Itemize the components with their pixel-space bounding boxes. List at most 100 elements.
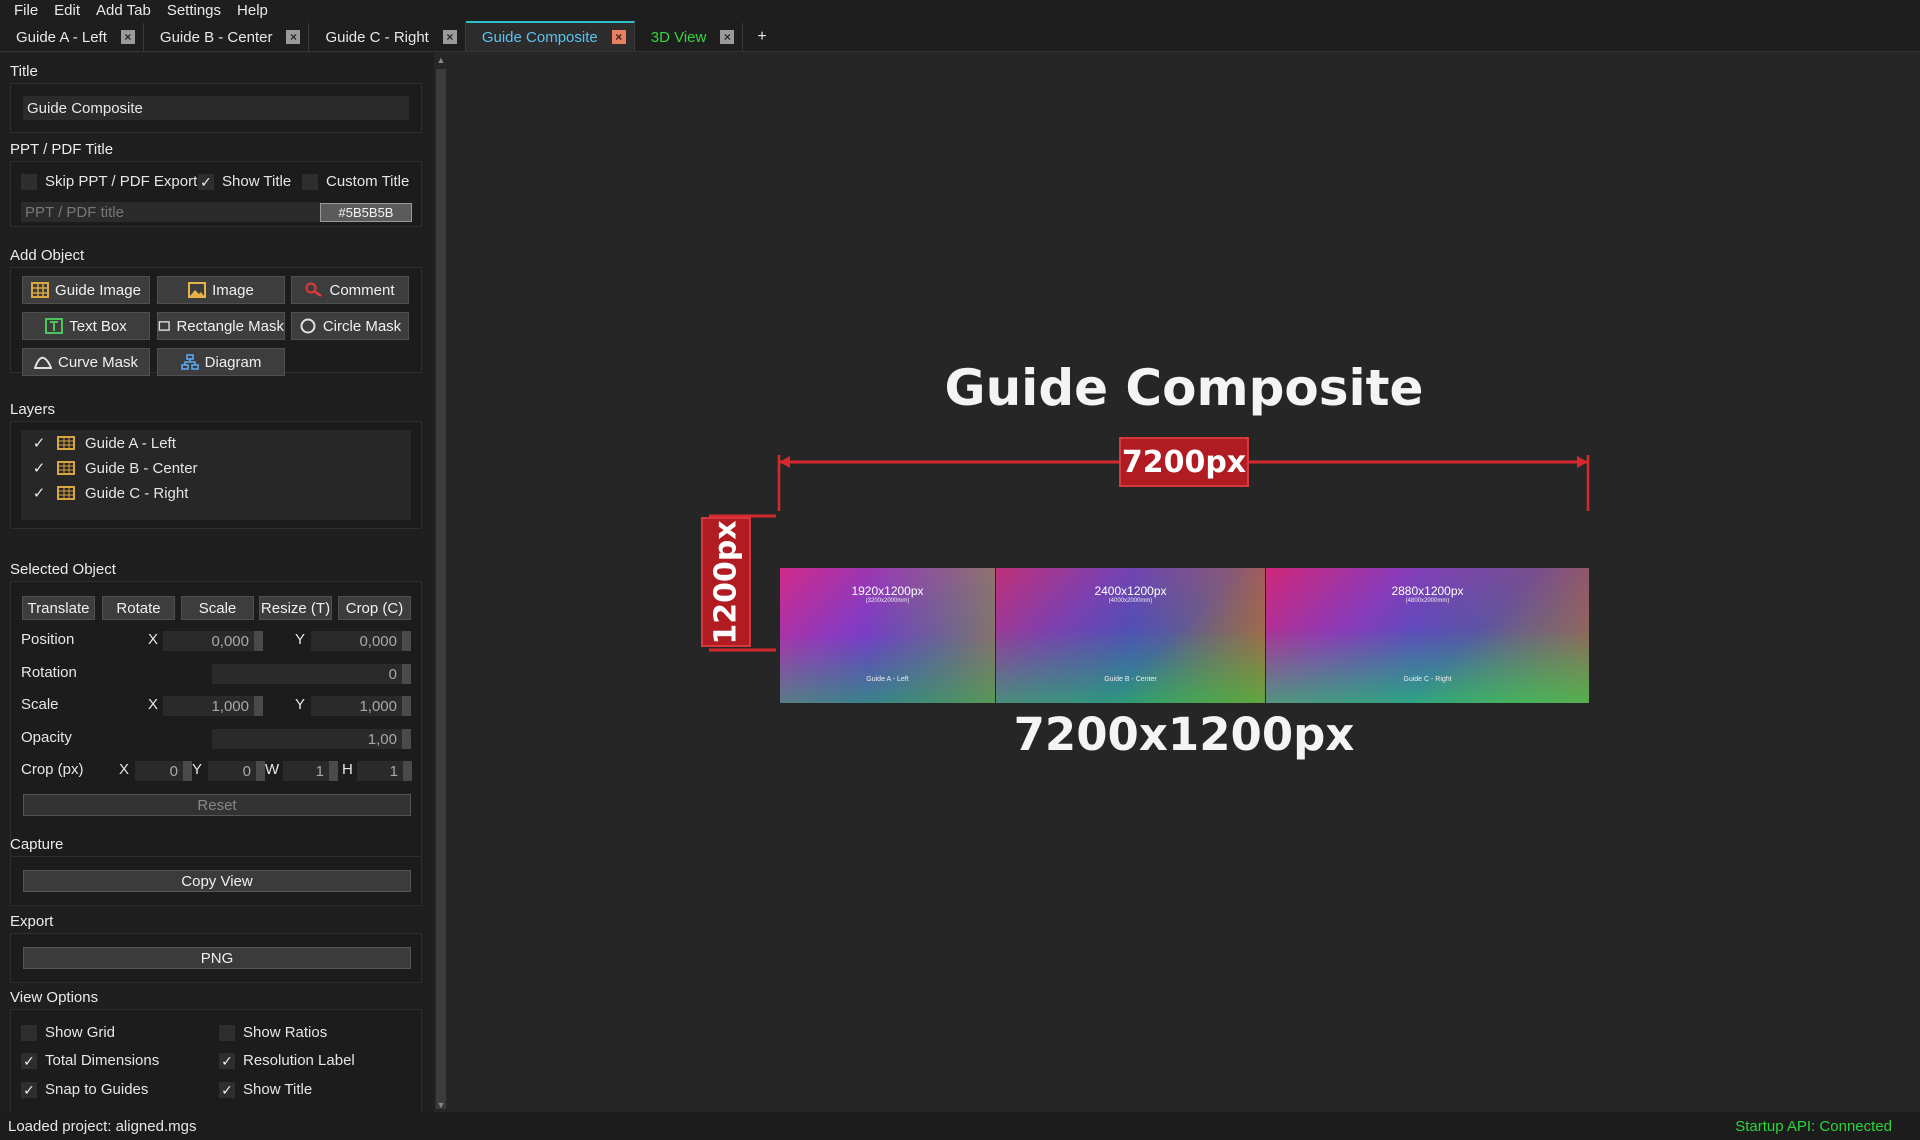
panel-size: (4800x2000mm) — [1405, 598, 1450, 604]
opacity-input[interactable]: 1,00 — [212, 729, 411, 749]
reset-button[interactable]: Reset — [23, 794, 411, 816]
copy-view-button[interactable]: Copy View — [23, 870, 411, 892]
translate-button[interactable]: Translate — [22, 596, 95, 620]
menu-settings[interactable]: Settings — [159, 0, 229, 21]
text-box-icon — [45, 318, 64, 334]
crop-w-value: 1 — [315, 762, 324, 780]
add-rectangle-mask-button[interactable]: Rectangle Mask — [157, 312, 285, 340]
check-icon: ✓ — [21, 1052, 37, 1069]
check-icon[interactable]: ✓ — [29, 484, 49, 502]
layer-label: Guide C - Right — [85, 484, 189, 502]
section-title: View Options — [10, 989, 99, 1006]
crop-x-input[interactable]: 0 — [135, 761, 192, 781]
panel-name: Guide A - Left — [866, 676, 909, 683]
layers-list: ✓ Guide A - Left ✓ Guide B - Center ✓ Gu… — [21, 430, 411, 520]
spinner-arrows[interactable] — [329, 761, 338, 781]
checkbox-label: Total Dimensions — [45, 1052, 160, 1069]
tab-guide-a[interactable]: Guide A - Left × — [0, 23, 144, 51]
crop-y-input[interactable]: 0 — [208, 761, 265, 781]
tab-guide-composite[interactable]: Guide Composite × — [465, 21, 635, 51]
rotation-input[interactable]: 0 — [212, 664, 411, 684]
close-icon[interactable]: × — [120, 30, 135, 44]
tab-guide-b[interactable]: Guide B - Center × — [144, 23, 310, 51]
close-icon[interactable]: × — [720, 30, 735, 44]
snap-to-guides-checkbox[interactable]: ✓ Snap to Guides — [21, 1081, 148, 1098]
opacity-value: 1,00 — [367, 730, 397, 748]
menu-add-tab[interactable]: Add Tab — [88, 0, 159, 21]
add-text-box-button[interactable]: Text Box — [22, 312, 150, 340]
position-label: Position — [21, 631, 75, 648]
custom-title-checkbox[interactable]: Custom Title — [302, 173, 409, 190]
show-title-checkbox[interactable]: ✓ Show Title — [198, 173, 291, 190]
api-status: Startup API: Connected — [1735, 1117, 1892, 1135]
spinner-arrows[interactable] — [403, 761, 412, 781]
add-comment-button[interactable]: Comment — [291, 276, 409, 304]
check-icon[interactable]: ✓ — [29, 459, 49, 477]
add-image-button[interactable]: Image — [157, 276, 285, 304]
add-guide-image-button[interactable]: Guide Image — [22, 276, 150, 304]
add-circle-mask-button[interactable]: Circle Mask — [291, 312, 409, 340]
checkbox-label: Resolution Label — [243, 1052, 355, 1069]
close-icon[interactable]: × — [286, 30, 301, 44]
scale-button[interactable]: Scale — [181, 596, 254, 620]
scroll-down-icon[interactable]: ▼ — [434, 1098, 448, 1112]
panel-name: Guide B - Center — [1104, 676, 1157, 683]
guide-b-panel[interactable]: 2400x1200px (4000x2000mm) Guide B - Cent… — [996, 568, 1265, 703]
title-input[interactable]: Guide Composite — [23, 96, 409, 120]
add-curve-mask-button[interactable]: Curve Mask — [22, 348, 150, 376]
menu-file[interactable]: File — [6, 0, 46, 21]
scroll-up-icon[interactable]: ▲ — [434, 53, 448, 67]
width-dimension-label: 7200px — [1119, 437, 1249, 487]
add-diagram-button[interactable]: Diagram — [157, 348, 285, 376]
position-x-input[interactable]: 0,000 — [163, 631, 263, 651]
show-grid-checkbox[interactable]: Show Grid — [21, 1024, 115, 1041]
spinner-arrows[interactable] — [256, 761, 265, 781]
layer-item[interactable]: ✓ Guide A - Left — [29, 434, 176, 453]
scrollbar-thumb[interactable] — [436, 69, 446, 1109]
rotate-button[interactable]: Rotate — [102, 596, 175, 620]
spinner-arrows[interactable] — [402, 729, 411, 749]
crop-h-value: 1 — [389, 762, 398, 780]
resolution-label-checkbox[interactable]: ✓ Resolution Label — [219, 1052, 355, 1069]
guide-c-panel[interactable]: 2880x1200px (4800x2000mm) Guide C - Righ… — [1266, 568, 1589, 703]
png-export-button[interactable]: PNG — [23, 947, 411, 969]
resize-button[interactable]: Resize (T) — [259, 596, 332, 620]
position-y-value: 0,000 — [359, 632, 397, 650]
axis-h-label: H — [342, 761, 353, 778]
spinner-arrows[interactable] — [254, 696, 263, 716]
show-title-view-checkbox[interactable]: ✓ Show Title — [219, 1081, 312, 1098]
crop-h-input[interactable]: 1 — [357, 761, 412, 781]
layer-item[interactable]: ✓ Guide B - Center — [29, 459, 198, 478]
scale-y-input[interactable]: 1,000 — [311, 696, 411, 716]
spinner-arrows[interactable] — [402, 631, 411, 651]
crop-w-input[interactable]: 1 — [283, 761, 338, 781]
checkbox-box — [21, 1024, 37, 1041]
menu-help[interactable]: Help — [229, 0, 276, 21]
spinner-arrows[interactable] — [254, 631, 263, 651]
tab-3d-view[interactable]: 3D View × — [635, 23, 744, 51]
check-icon[interactable]: ✓ — [29, 434, 49, 452]
checkbox-label: Show Ratios — [243, 1024, 328, 1041]
menu-edit[interactable]: Edit — [46, 0, 88, 21]
add-tab-button[interactable]: + — [743, 23, 780, 51]
spinner-arrows[interactable] — [183, 761, 192, 781]
scale-x-input[interactable]: 1,000 — [163, 696, 263, 716]
tab-guide-c[interactable]: Guide C - Right × — [309, 23, 466, 51]
layers-group: ✓ Guide A - Left ✓ Guide B - Center ✓ Gu… — [10, 421, 422, 529]
guide-a-panel[interactable]: 1920x1200px (3200x2000mm) Guide A - Left — [780, 568, 995, 703]
crop-button[interactable]: Crop (C) — [338, 596, 411, 620]
sidebar-scrollbar[interactable]: ▲ ▼ — [434, 53, 448, 1112]
show-ratios-checkbox[interactable]: Show Ratios — [219, 1024, 327, 1041]
scale-label: Scale — [21, 696, 59, 713]
layer-item[interactable]: ✓ Guide C - Right — [29, 484, 189, 503]
title-color-button[interactable]: #5B5B5B — [320, 203, 412, 222]
skip-export-checkbox[interactable]: Skip PPT / PDF Export — [21, 173, 197, 190]
total-dimensions-checkbox[interactable]: ✓ Total Dimensions — [21, 1052, 159, 1069]
composite-canvas[interactable]: Guide Composite 7200px 1200px 1920x1200p… — [448, 53, 1920, 1112]
spinner-arrows[interactable] — [402, 696, 411, 716]
position-y-input[interactable]: 0,000 — [311, 631, 411, 651]
ppt-title-input[interactable]: PPT / PDF title — [21, 202, 321, 222]
close-icon[interactable]: × — [611, 30, 626, 44]
spinner-arrows[interactable] — [402, 664, 411, 684]
close-icon[interactable]: × — [442, 30, 457, 44]
